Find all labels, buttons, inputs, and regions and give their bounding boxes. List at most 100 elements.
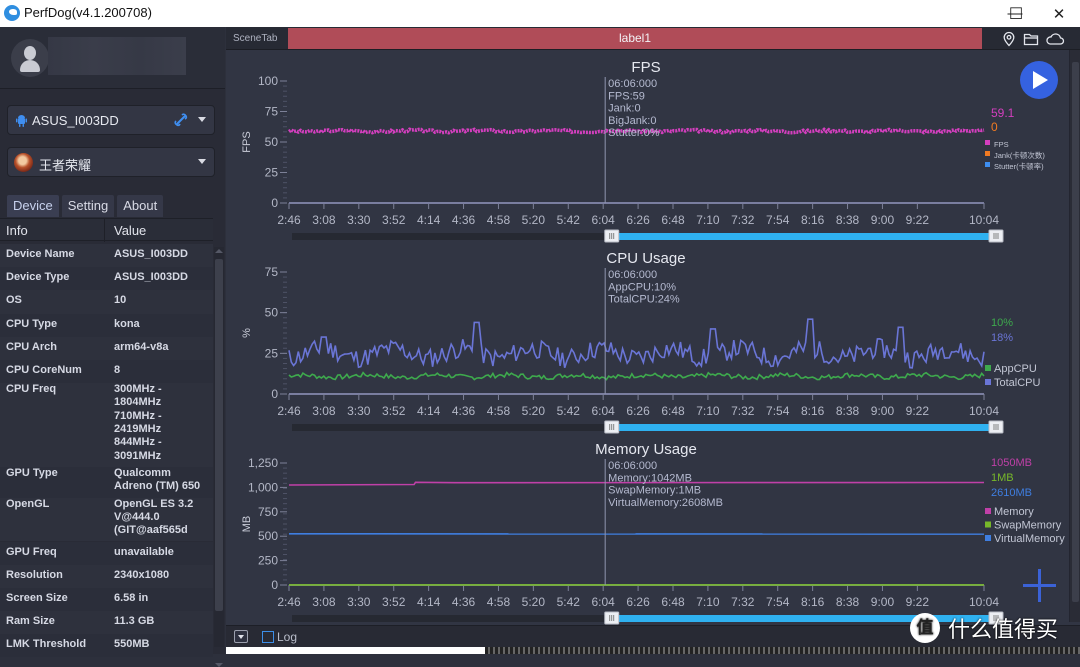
x-tick-label: 4:36 — [452, 404, 476, 418]
scene-label-tab[interactable]: label1 — [288, 28, 982, 49]
tab-setting[interactable]: Setting — [62, 195, 114, 217]
watermark: 值 什么值得买 — [910, 612, 1058, 644]
x-tick-label: 9:00 — [871, 213, 895, 227]
main-scrollbar-thumb[interactable] — [1072, 62, 1079, 602]
main-scrollbar[interactable] — [1069, 50, 1080, 622]
chart-title: CPU Usage — [606, 250, 685, 267]
cursor-readout: BigJank:0 — [608, 115, 656, 127]
x-tick-label: 4:36 — [452, 213, 476, 227]
android-icon — [16, 114, 27, 127]
x-tick-label: 7:32 — [731, 213, 755, 227]
x-tick-label: 2:46 — [277, 595, 301, 609]
y-tick-label: 250 — [258, 554, 278, 568]
maximize-button[interactable]: ☐ — [994, 0, 1038, 27]
x-tick-label: 6:26 — [626, 404, 650, 418]
x-tick-label: 5:20 — [522, 595, 546, 609]
scene-tab-bar: SceneTab label1 — [226, 27, 1080, 50]
row-value: kona — [114, 318, 140, 331]
row-value-line: kona — [114, 318, 140, 331]
usb-link-icon[interactable] — [174, 113, 188, 127]
table-row-bg — [0, 290, 213, 313]
cloud-icon[interactable] — [1045, 31, 1065, 47]
scroll-up-arrow-icon[interactable] — [215, 249, 223, 253]
close-button[interactable]: ✕ — [1038, 0, 1080, 27]
folder-icon[interactable] — [1023, 31, 1039, 47]
window-title-bar: PerfDog(v4.1.200708) — — [0, 0, 1080, 27]
chevron-down-icon — [198, 159, 206, 164]
current-value: 0 — [991, 120, 998, 134]
log-checkbox[interactable] — [262, 631, 274, 643]
tab-device[interactable]: Device — [7, 195, 59, 217]
x-tick-label: 3:30 — [347, 595, 371, 609]
collapse-log-toggle-icon[interactable] — [234, 630, 248, 643]
row-value-line: Qualcomm — [114, 467, 200, 480]
y-tick-label: 25 — [265, 166, 279, 180]
y-axis-label: FPS — [241, 131, 253, 152]
app-select[interactable]: 王者荣耀 — [7, 147, 215, 177]
legend-label: AppCPU — [994, 363, 1037, 375]
x-tick-label: 3:30 — [347, 213, 371, 227]
row-value-line: OpenGL ES 3.2 — [114, 498, 193, 511]
y-tick-label: 1,000 — [248, 480, 278, 494]
y-tick-label: 0 — [271, 196, 278, 210]
row-key: CPU Freq — [6, 383, 56, 395]
x-tick-label: 8:16 — [801, 213, 825, 227]
row-value: unavailable — [114, 546, 174, 559]
location-pin-icon[interactable] — [1001, 31, 1017, 47]
cursor-readout: AppCPU:10% — [608, 281, 676, 293]
watermark-text: 什么值得买 — [948, 612, 1058, 644]
current-value: 59.1 — [991, 106, 1015, 120]
cursor-readout: SwapMemory:1MB — [608, 485, 701, 497]
legend-swatch — [985, 140, 990, 145]
y-tick-label: 50 — [265, 306, 279, 320]
x-tick-label: 4:58 — [487, 595, 511, 609]
x-tick-label: 10:04 — [969, 595, 999, 609]
scroll-down-arrow-icon[interactable] — [215, 663, 223, 667]
cursor-readout: Memory:1042MB — [608, 472, 692, 484]
legend-swatch — [985, 151, 990, 156]
cursor-readout: FPS:59 — [608, 90, 645, 102]
sidebar-scrollbar-thumb[interactable] — [215, 259, 223, 611]
legend-label: Stutter(卡顿率) — [994, 161, 1044, 171]
x-tick-label: 6:26 — [626, 213, 650, 227]
play-button[interactable] — [1020, 61, 1058, 99]
device-select[interactable]: ASUS_I003DD — [7, 105, 215, 135]
tab-about[interactable]: About — [117, 195, 163, 217]
x-tick-label: 9:22 — [906, 595, 930, 609]
row-value-line: 8 — [114, 364, 120, 377]
column-header-value: Value — [114, 223, 146, 238]
y-axis-label: MB — [241, 516, 253, 533]
watermark-badge: 值 — [910, 613, 940, 643]
row-value-line: 10 — [114, 294, 126, 307]
sidebar-tabs: Device Setting About — [7, 195, 163, 217]
add-button[interactable] — [1023, 569, 1056, 602]
x-tick-label: 3:08 — [312, 213, 336, 227]
row-value: 8 — [114, 364, 120, 377]
y-tick-label: 25 — [265, 346, 279, 360]
y-axis-label: % — [241, 328, 253, 338]
device-select-value: ASUS_I003DD — [32, 113, 119, 128]
row-value: QualcommAdreno (TM) 650 — [114, 467, 200, 494]
row-value-line: V@444.0 — [114, 511, 193, 524]
x-tick-label: 5:20 — [522, 213, 546, 227]
y-tick-label: 1,250 — [248, 456, 278, 470]
x-tick-label: 6:48 — [661, 404, 685, 418]
avatar[interactable] — [11, 39, 49, 77]
row-key: CPU Arch — [6, 341, 57, 353]
username-redacted — [48, 37, 186, 75]
legend-swatch — [985, 508, 991, 514]
scene-tab-label[interactable]: SceneTab — [233, 33, 277, 44]
x-tick-label: 3:52 — [382, 404, 406, 418]
legend-label: FPS — [994, 140, 1009, 149]
row-value-line: unavailable — [114, 546, 174, 559]
current-value: 18% — [991, 332, 1013, 344]
y-tick-label: 0 — [271, 387, 278, 401]
x-tick-label: 6:48 — [661, 595, 685, 609]
row-value-line: 300MHz - — [114, 383, 162, 396]
x-tick-label: 7:54 — [766, 213, 790, 227]
row-key: Device Type — [6, 271, 69, 283]
x-tick-label: 8:16 — [801, 404, 825, 418]
x-tick-label: 10:04 — [969, 213, 999, 227]
row-value-line: 3091MHz — [114, 450, 162, 463]
user-profile — [0, 27, 225, 89]
